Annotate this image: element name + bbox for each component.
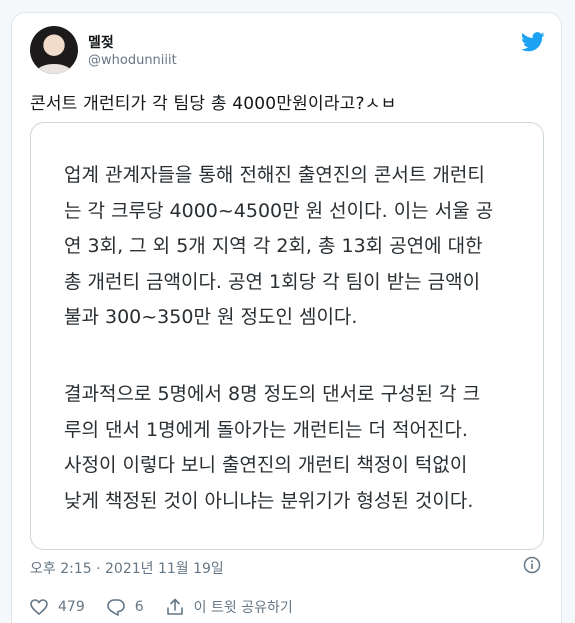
share-button[interactable]: 이 트윗 공유하기 [166,597,293,617]
tweet-card: 멜젖 @whodunniiit 콘서트 개런티가 각 팀당 총 4000만원이라… [11,12,562,623]
share-icon [166,598,183,615]
quote-line: 낮게 책정된 것이 아니냐는 분위기가 형성된 것이다. [64,489,474,512]
quote-paragraph-1: 업계 관계자들을 통해 전해진 출연진의 콘서트 개런티 는 각 크루당 400… [64,158,493,336]
quote-line: 연 3회, 그 외 5개 지역 각 2회, 총 13회 공연에 대한 [64,235,483,257]
tweet-text: 콘서트 개런티가 각 팀당 총 4000만원이라고?ㅅㅂ [30,94,397,114]
avatar[interactable] [30,26,78,74]
quote-line: 사정이 이렇다 보니 출연진의 개런티 책정이 턱없이 [64,454,468,476]
quote-line: 결과적으로 5명에서 8명 정도의 댄서로 구성된 각 크 [64,383,481,405]
author-handle[interactable]: @whodunniiit [88,53,177,68]
heart-icon [30,599,48,615]
author-name[interactable]: 멜젖 [88,32,114,52]
quote-line: 불과 300~350만 원 정도인 셈이다. [64,306,358,328]
action-bar: 479 6 이 트윗 공유하기 [30,596,315,618]
quote-line: 는 각 크루당 4000~4500만 원 선이다. 이는 서울 공 [64,199,494,222]
quote-line: 업계 관계자들을 통해 전해진 출연진의 콘서트 개런티 [64,164,485,186]
reply-button[interactable]: 6 [106,598,144,616]
share-label: 이 트윗 공유하기 [193,600,293,616]
like-button[interactable]: 479 [30,599,85,615]
quote-line: 루의 댄서 1명에게 돌아가는 개런티는 더 적어진다. [64,418,468,441]
quote-paragraph-2: 결과적으로 5명에서 8명 정도의 댄서로 구성된 각 크 루의 댄서 1명에게… [64,377,480,519]
twitter-bird-icon[interactable] [521,32,545,52]
reply-count: 6 [134,599,144,615]
reply-icon [106,598,125,616]
tweet-timestamp[interactable]: 오후 2:15 · 2021년 11월 19일 [30,558,224,578]
quote-line: 총 개런티 금액이다. 공연 1회당 각 팀이 받는 금액이 [64,270,481,293]
info-icon[interactable] [523,556,541,574]
like-count: 479 [58,599,85,615]
quoted-image[interactable]: 업계 관계자들을 통해 전해진 출연진의 콘서트 개런티 는 각 크루당 400… [30,122,544,550]
